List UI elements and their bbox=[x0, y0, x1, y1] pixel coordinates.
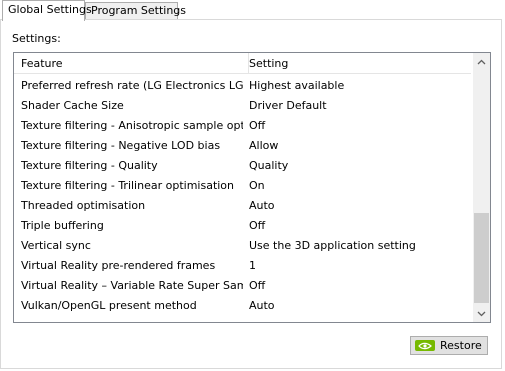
column-header-setting[interactable]: Setting bbox=[248, 53, 471, 73]
tab-global-settings[interactable]: Global Settings bbox=[2, 0, 92, 21]
table-row[interactable]: Texture filtering - Trilinear optimisati… bbox=[14, 176, 471, 196]
list-header: Feature Setting bbox=[14, 53, 471, 74]
scroll-down-button[interactable] bbox=[473, 305, 490, 322]
nvidia-logo-icon bbox=[415, 340, 435, 351]
setting-cell[interactable]: Driver Default bbox=[249, 96, 467, 116]
feature-cell: Preferred refresh rate (LG Electronics L… bbox=[21, 79, 243, 92]
chevron-down-icon bbox=[477, 311, 486, 316]
setting-cell[interactable]: Off bbox=[249, 276, 467, 296]
setting-cell[interactable]: Off bbox=[249, 216, 467, 236]
feature-cell: Texture filtering - Trilinear optimisati… bbox=[21, 179, 235, 192]
scroll-thumb[interactable] bbox=[474, 213, 489, 303]
feature-cell: Texture filtering - Negative LOD bias bbox=[21, 139, 221, 152]
table-row[interactable]: Vertical sync Use the 3D application sett… bbox=[14, 236, 471, 256]
setting-cell[interactable]: Allow bbox=[249, 136, 467, 156]
column-header-setting-label: Setting bbox=[249, 57, 289, 70]
feature-cell: Texture filtering - Quality bbox=[21, 159, 158, 172]
table-row[interactable]: Vulkan/OpenGL present method Auto bbox=[14, 296, 471, 316]
column-header-feature[interactable]: Feature bbox=[21, 53, 249, 73]
feature-cell: Triple buffering bbox=[21, 219, 104, 232]
table-row[interactable]: Texture filtering - Quality Quality bbox=[14, 156, 471, 176]
table-row[interactable]: Texture filtering - Negative LOD bias All… bbox=[14, 136, 471, 156]
setting-cell[interactable]: Highest available bbox=[249, 76, 467, 96]
scroll-up-button[interactable] bbox=[473, 53, 490, 70]
vertical-scrollbar[interactable] bbox=[473, 53, 490, 322]
setting-cell[interactable]: On bbox=[249, 176, 467, 196]
tab-program-settings[interactable]: Program Settings bbox=[85, 2, 186, 19]
setting-cell[interactable]: Auto bbox=[249, 296, 467, 316]
feature-cell: Shader Cache Size bbox=[21, 99, 124, 112]
feature-cell: Texture filtering - Anisotropic sample o… bbox=[21, 119, 243, 132]
settings-label: Settings: bbox=[12, 32, 61, 45]
feature-cell: Vulkan/OpenGL present method bbox=[21, 299, 197, 312]
feature-cell: Threaded optimisation bbox=[21, 199, 146, 212]
list-rows: Preferred refresh rate (LG Electronics L… bbox=[14, 76, 471, 316]
table-row[interactable]: Preferred refresh rate (LG Electronics L… bbox=[14, 76, 471, 96]
feature-cell: Virtual Reality – Variable Rate Super Sa… bbox=[21, 279, 243, 292]
chevron-up-icon bbox=[477, 59, 486, 64]
settings-list[interactable]: Feature Setting Preferred refresh rate (… bbox=[13, 52, 491, 323]
setting-cell[interactable]: Auto bbox=[249, 196, 467, 216]
feature-cell: Virtual Reality pre-rendered frames bbox=[21, 259, 216, 272]
setting-cell[interactable]: 1 bbox=[249, 256, 467, 276]
table-row[interactable]: Texture filtering - Anisotropic sample o… bbox=[14, 116, 471, 136]
tab-strip: Global Settings Program Settings bbox=[0, 0, 505, 21]
table-row[interactable]: Triple buffering Off bbox=[14, 216, 471, 236]
restore-button-label: Restore bbox=[440, 339, 482, 352]
table-row[interactable]: Virtual Reality pre-rendered frames 1 bbox=[14, 256, 471, 276]
setting-cell[interactable]: Off bbox=[249, 116, 467, 136]
table-row[interactable]: Shader Cache Size Driver Default bbox=[14, 96, 471, 116]
table-row[interactable]: Threaded optimisation Auto bbox=[14, 196, 471, 216]
table-row[interactable]: Virtual Reality – Variable Rate Super Sa… bbox=[14, 276, 471, 296]
setting-cell[interactable]: Use the 3D application setting bbox=[249, 236, 467, 256]
feature-cell: Vertical sync bbox=[21, 239, 91, 252]
restore-button[interactable]: Restore bbox=[410, 336, 488, 355]
setting-cell[interactable]: Quality bbox=[249, 156, 467, 176]
